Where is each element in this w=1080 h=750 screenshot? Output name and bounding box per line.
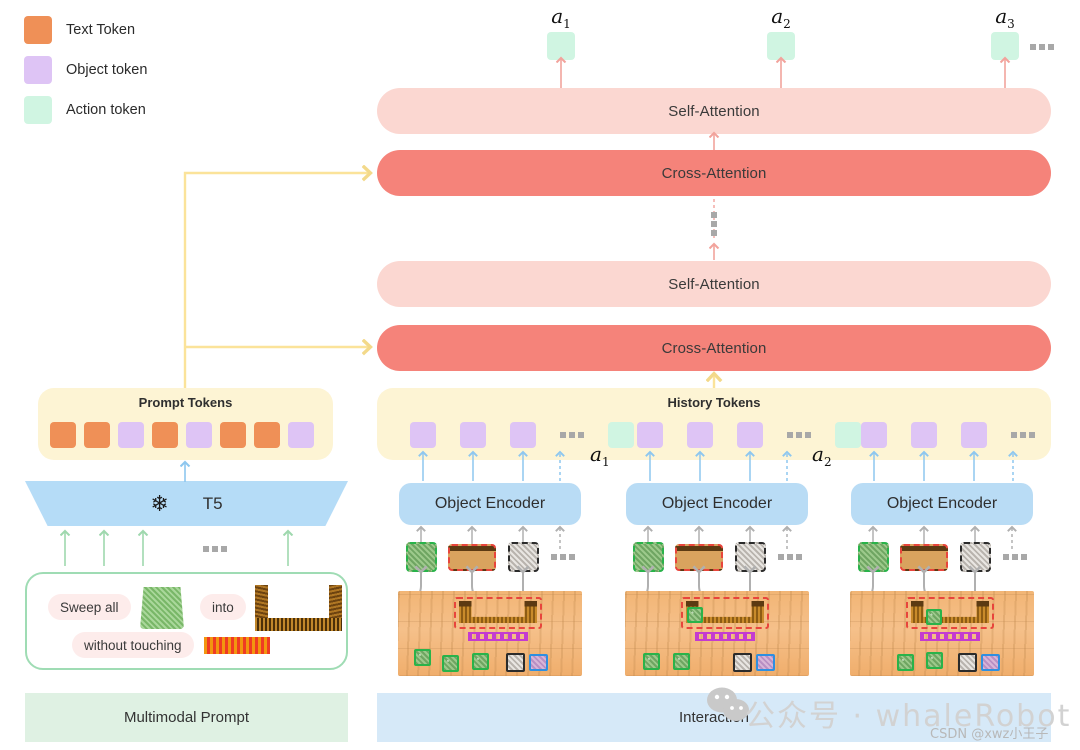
history-token-group-3: [861, 422, 1035, 448]
scene-step-3: [850, 591, 1034, 676]
prompt-token-text: [152, 422, 178, 448]
history-token-object: [961, 422, 987, 448]
pan-bbox: [454, 597, 542, 629]
history-token-action: [608, 422, 634, 448]
prompt-pill-without-touching: without touching: [72, 632, 194, 658]
multimodal-prompt-footer: Multimodal Prompt: [25, 693, 348, 742]
history-token-object: [460, 422, 486, 448]
pink-object: [756, 654, 775, 671]
block-object: [897, 654, 914, 671]
watermark-credit: CSDN @xwz小王子: [930, 727, 1049, 742]
block-object: [472, 653, 489, 670]
block-object: [687, 607, 703, 623]
block-object: [643, 653, 660, 670]
prompt-token-object: [186, 422, 212, 448]
object-crop-ellipsis: [778, 554, 802, 560]
object-crop-ellipsis: [1003, 554, 1027, 560]
pan-bbox: [906, 597, 994, 629]
block-object: [926, 609, 942, 625]
prompt-token-text: [50, 422, 76, 448]
target-zone-bbox: [695, 632, 755, 641]
history-token-object: [911, 422, 937, 448]
multimodal-prompt-footer-label: Multimodal Prompt: [123, 709, 250, 726]
object-encoder-2[interactable]: Object Encoder: [626, 483, 808, 525]
history-token-ellipsis: [787, 432, 811, 438]
block-object: [414, 649, 431, 666]
object-encoder-1[interactable]: Object Encoder: [399, 483, 581, 525]
object-crop-dice: [960, 542, 991, 572]
prompt-token-text: [84, 422, 110, 448]
pink-object: [529, 654, 548, 671]
target-zone-bbox: [468, 632, 528, 641]
snowflake-icon: ❄: [150, 490, 169, 516]
figure-canvas: Text Token Object token Action token a1 …: [0, 0, 1080, 750]
history-token-object: [410, 422, 436, 448]
object-crop-pan: [900, 544, 948, 571]
history-token-object: [637, 422, 663, 448]
object-crop-block: [406, 542, 437, 572]
prompt-token-object: [118, 422, 144, 448]
block-object: [673, 653, 690, 670]
dice-object: [958, 653, 977, 672]
t5-output-arrow: [0, 460, 400, 482]
history-token-object: [687, 422, 713, 448]
prompt-token-row: [50, 422, 314, 448]
block-object: [442, 655, 459, 672]
pink-object: [981, 654, 1000, 671]
history-token-ellipsis: [560, 432, 584, 438]
target-zone-bbox: [920, 632, 980, 641]
scene-step-1: [398, 591, 582, 676]
object-encoder-3[interactable]: Object Encoder: [851, 483, 1033, 525]
history-token-action: [835, 422, 861, 448]
prompt-tokens-title: Prompt Tokens: [138, 395, 233, 410]
object-crop-block: [633, 542, 664, 572]
dice-object: [733, 653, 752, 672]
prompt-token-text: [254, 422, 280, 448]
dice-object: [506, 653, 525, 672]
history-token-object: [861, 422, 887, 448]
t5-label: T5: [202, 493, 223, 513]
object-encoder-label: Object Encoder: [886, 495, 998, 512]
object-crop-block: [858, 542, 889, 572]
t5-text-encoder[interactable]: ❄ T5: [25, 481, 348, 526]
scene-step-2: [625, 591, 809, 676]
history-token-object: [737, 422, 763, 448]
history-token-object: [510, 422, 536, 448]
object-encoder-label: Object Encoder: [434, 495, 546, 512]
object-crop-dice: [508, 542, 539, 572]
prompt-token-object: [288, 422, 314, 448]
history-token-ellipsis: [1011, 432, 1035, 438]
prompt-token-text: [220, 422, 246, 448]
object-crop-pan: [448, 544, 496, 571]
block-object: [926, 652, 943, 669]
history-tokens-title: History Tokens: [667, 395, 761, 410]
object-encoder-label: Object Encoder: [661, 495, 773, 512]
object-crop-ellipsis: [551, 554, 575, 560]
wechat-icon: [707, 687, 749, 721]
orange-stripe-block-image: [204, 637, 270, 654]
object-crop-pan: [675, 544, 723, 571]
object-crop-dice: [735, 542, 766, 572]
